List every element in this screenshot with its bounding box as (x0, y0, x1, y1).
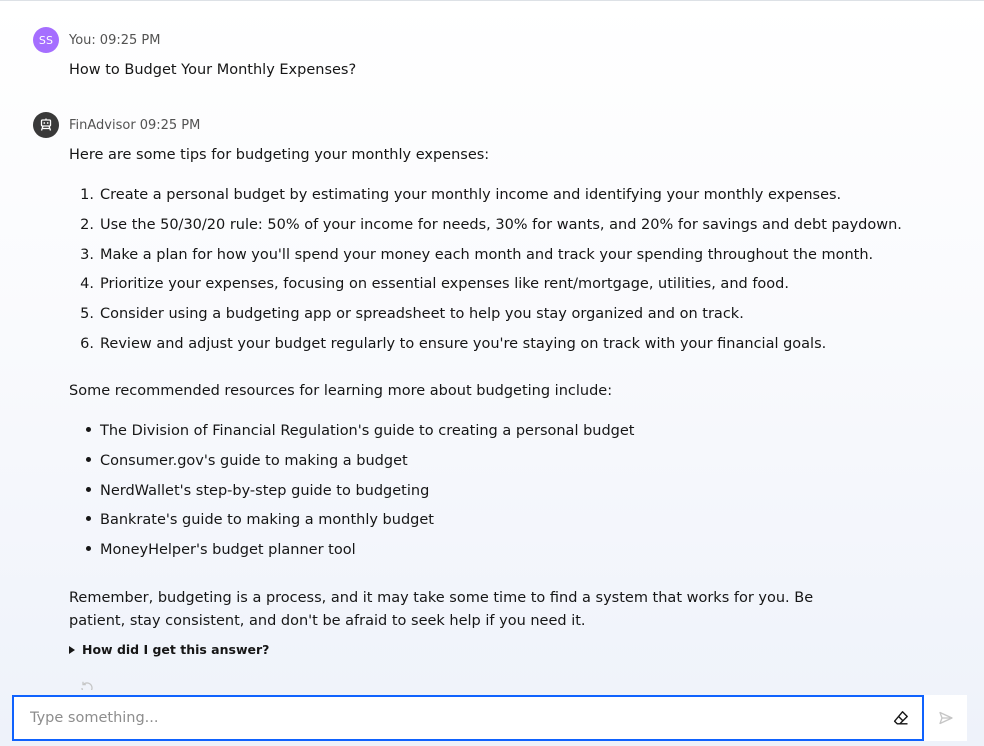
list-item: 2. Use the 50/30/20 rule: 50% of your inc… (69, 215, 902, 245)
list-item: Bankrate's guide to making a monthly bud… (69, 510, 635, 540)
send-button[interactable] (924, 695, 967, 741)
list-item-text: Bankrate's guide to making a monthly bud… (100, 512, 434, 529)
answer-details-label: How did I get this answer? (82, 642, 270, 657)
list-number: 2. (80, 216, 94, 233)
list-item-text: Review and adjust your budget regularly … (100, 335, 827, 352)
message-input-wrapper (12, 695, 924, 741)
list-item-text: Consumer.gov's guide to making a budget (100, 452, 408, 469)
bullet (69, 481, 100, 511)
list-item: 1. Create a personal budget by estimating… (69, 185, 902, 215)
list-item-text: NerdWallet's step-by-step guide to budge… (100, 482, 430, 499)
bullet (69, 451, 100, 481)
list-item-text: MoneyHelper's budget planner tool (100, 542, 356, 559)
regenerate-icon[interactable] (79, 680, 95, 690)
bot-sender-name: FinAdvisor (69, 117, 136, 133)
list-item: The Division of Financial Regulation's g… (69, 421, 635, 451)
list-item-text: Use the 50/30/20 rule: 50% of your incom… (100, 216, 902, 233)
user-message-time: 09:25 PM (99, 32, 161, 48)
list-item: 4. Prioritize your expenses, focusing on … (69, 274, 902, 304)
chat-transcript: SS You: 09:25 PM How to Budget Your Month… (0, 0, 984, 746)
answer-details-toggle[interactable]: How did I get this answer? (69, 642, 269, 657)
robot-icon (33, 112, 59, 138)
bullet (69, 540, 100, 570)
list-item-text: Make a plan for how you'll spend your mo… (100, 246, 874, 263)
message-input[interactable] (14, 697, 874, 739)
list-item: Consumer.gov's guide to making a budget (69, 451, 635, 481)
resources-list: The Division of Financial Regulation's g… (69, 421, 635, 570)
list-item-text: Create a personal budget by estimating y… (100, 187, 842, 203)
bot-message-time: 09:25 PM (139, 117, 201, 133)
user-sender-name: You: (69, 32, 96, 48)
list-item-text: Prioritize your expenses, focusing on es… (100, 276, 789, 293)
bot-sender-label: FinAdvisor 09:25 PM (69, 118, 200, 133)
resources-intro-text: Some recommended resources for learning … (69, 383, 613, 399)
bullet (69, 421, 100, 451)
list-item: MoneyHelper's budget planner tool (69, 540, 635, 570)
list-item: 3. Make a plan for how you'll spend your … (69, 245, 902, 275)
tips-list: 1. Create a personal budget by estimating… (69, 185, 902, 364)
user-avatar: SS (33, 27, 59, 53)
list-item: 5. Consider using a budgeting app or spre… (69, 304, 902, 334)
list-item: NerdWallet's step-by-step guide to budge… (69, 481, 635, 511)
bot-intro-text: Here are some tips for budgeting your mo… (69, 147, 490, 163)
list-item-text: Consider using a budgeting app or spread… (100, 306, 744, 323)
user-message-header: SS You: 09:25 PM (33, 27, 160, 53)
expand-triangle-icon (69, 645, 75, 654)
send-icon (938, 711, 953, 725)
list-number: 5. (80, 306, 94, 323)
user-sender-label: You: 09:25 PM (69, 33, 160, 48)
list-item: 6. Review and adjust your budget regularl… (69, 334, 902, 364)
bot-message-header: FinAdvisor 09:25 PM (33, 112, 200, 138)
closing-text: Remember, budgeting is a process, and it… (69, 590, 814, 629)
eraser-icon[interactable] (892, 709, 910, 727)
list-number: 1. (80, 187, 94, 203)
bullet (69, 510, 100, 540)
list-number: 6. (80, 335, 94, 352)
list-number: 4. (80, 276, 94, 293)
list-item-text: The Division of Financial Regulation's g… (100, 423, 635, 439)
list-number: 3. (80, 246, 94, 263)
message-composer (12, 695, 967, 741)
user-message-text: How to Budget Your Monthly Expenses? (69, 62, 357, 78)
